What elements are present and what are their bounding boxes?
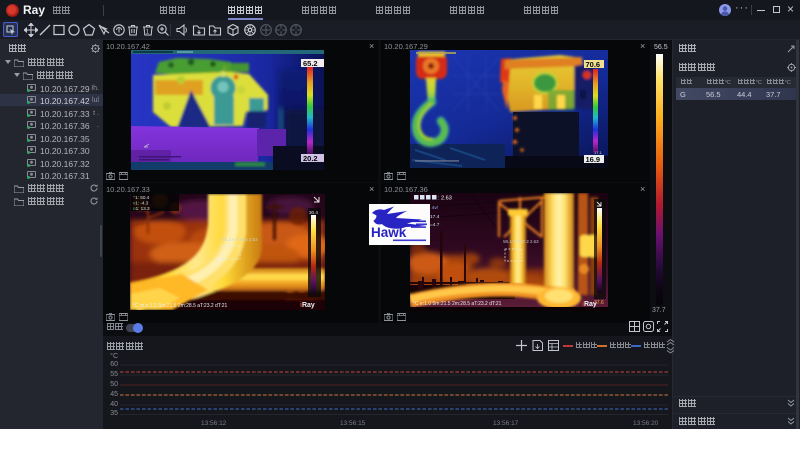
- svg-text:WL1.6 T:37.2 2.63: WL1.6 T:37.2 2.63: [503, 239, 539, 244]
- svg-text:°C e:1.0 5m:21.5 2m:28.5 aT:23: °C e:1.0 5m:21.5 2m:28.5 aT:23.2 dT:21: [413, 301, 502, 307]
- svg-text:30.4: 30.4: [309, 210, 318, 215]
- svg-text:17.4: 17.4: [430, 214, 440, 220]
- svg-text:: 2.63: : 2.63: [438, 196, 452, 202]
- svg-text:: 4v/: : 4v/: [429, 205, 439, 211]
- svg-text:20.2: 20.2: [303, 154, 318, 163]
- svg-text:^1: 50.4: ^1: 50.4: [133, 195, 150, 200]
- svg-text:16.9: 16.9: [586, 155, 601, 164]
- svg-text:iRay: iRay: [300, 302, 315, 309]
- svg-text:65.2: 65.2: [303, 59, 318, 68]
- svg-text:70.6: 70.6: [586, 60, 601, 69]
- svg-text:°C m e:1.2-5m:21.5 2m:28.5 aT:: °C m e:1.2-5m:21.5 2m:28.5 aT:23.2 dT:21: [133, 303, 227, 309]
- svg-text:o1: 13.3: o1: 13.3: [133, 206, 150, 211]
- svg-text:Hawk: Hawk: [371, 225, 407, 240]
- svg-text:=4.7: =4.7: [430, 222, 440, 228]
- svg-text:WL2.6 T:36.5 2.63: WL2.6 T:36.5 2.63: [222, 237, 258, 242]
- svg-text:iRay: iRay: [582, 301, 597, 308]
- svg-text:v1: -4.3: v1: -4.3: [133, 201, 149, 206]
